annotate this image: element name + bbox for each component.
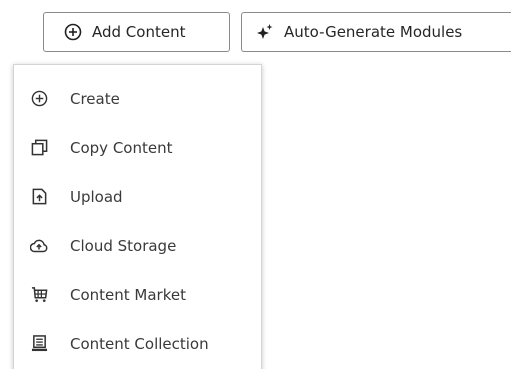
- plus-circle-icon: [63, 22, 83, 42]
- page: Add Content Auto-Generate Modules Create: [0, 0, 513, 369]
- menu-item-label: Upload: [70, 187, 123, 206]
- market-icon: [29, 285, 49, 305]
- menu-item-label: Cloud Storage: [70, 236, 177, 255]
- auto-generate-modules-button[interactable]: Auto-Generate Modules: [241, 12, 511, 52]
- menu-item-upload[interactable]: Upload: [14, 172, 261, 221]
- menu-item-label: Content Market: [70, 285, 186, 304]
- add-content-label: Add Content: [92, 23, 186, 41]
- menu-item-label: Content Collection: [70, 334, 209, 353]
- sparkle-icon: [255, 22, 275, 42]
- menu-item-cloud-storage[interactable]: Cloud Storage: [14, 221, 261, 270]
- menu-item-create[interactable]: Create: [14, 74, 261, 123]
- menu-item-content-collection[interactable]: Content Collection: [14, 319, 261, 368]
- cloud-upload-icon: [29, 236, 49, 256]
- plus-circle-icon: [29, 89, 49, 109]
- menu-item-label: Create: [70, 89, 120, 108]
- add-content-dropdown-menu: Create Copy Content Upload Cloud Storage…: [13, 64, 262, 369]
- auto-generate-label: Auto-Generate Modules: [284, 23, 463, 41]
- add-content-button[interactable]: Add Content: [43, 12, 230, 52]
- copy-icon: [29, 138, 49, 158]
- menu-item-label: Copy Content: [70, 138, 173, 157]
- upload-file-icon: [29, 187, 49, 207]
- menu-item-copy-content[interactable]: Copy Content: [14, 123, 261, 172]
- menu-item-content-market[interactable]: Content Market: [14, 270, 261, 319]
- collection-icon: [29, 334, 49, 354]
